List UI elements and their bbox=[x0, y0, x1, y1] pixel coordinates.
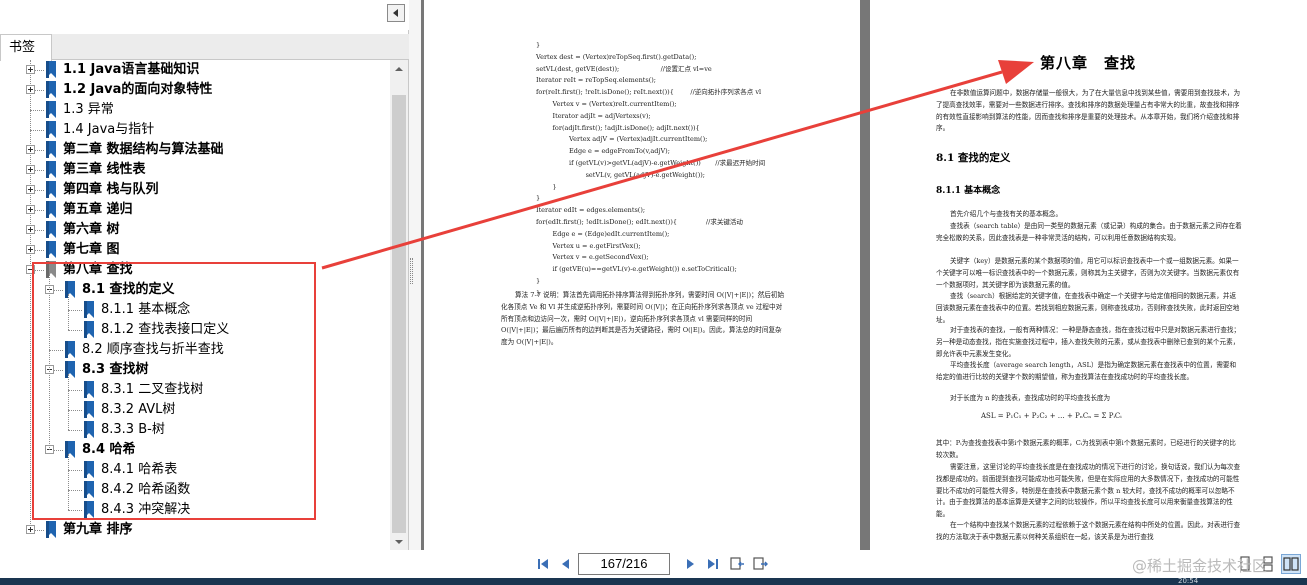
scroll-thumb[interactable] bbox=[392, 95, 406, 533]
bookmark-label: 第七章 图 bbox=[63, 242, 120, 257]
bookmark-label: 第九章 排序 bbox=[63, 522, 133, 537]
expand-node-icon[interactable] bbox=[26, 525, 35, 534]
expand-node-icon[interactable] bbox=[26, 245, 35, 254]
back-view-button[interactable] bbox=[728, 554, 748, 574]
bookmark-item[interactable]: 第六章 树 bbox=[0, 220, 390, 240]
bookmark-label: 第六章 树 bbox=[63, 222, 120, 237]
highlight-annotation-box bbox=[32, 262, 316, 520]
bookmark-label: 1.1 Java语言基础知识 bbox=[63, 62, 200, 77]
scroll-up-button[interactable] bbox=[390, 60, 408, 77]
section-heading: 8.1 查找的定义 bbox=[936, 152, 1011, 164]
page-number-input[interactable]: 167/216 bbox=[578, 553, 670, 575]
bookmark-item[interactable]: 1.2 Java的面向对象特性 bbox=[0, 80, 390, 100]
bookmark-item[interactable]: 第四章 栈与队列 bbox=[0, 180, 390, 200]
bookmark-item[interactable]: 第二章 数据结构与算法基础 bbox=[0, 140, 390, 160]
chapter-intro: 在非数值运算问题中，数据存储量一般很大，为了在大量信息中找到某些值，需要用到查找… bbox=[936, 89, 1241, 133]
bookmark-label: 1.3 异常 bbox=[63, 102, 114, 117]
bookmark-item[interactable]: 第七章 图 bbox=[0, 240, 390, 260]
forward-view-button[interactable] bbox=[751, 554, 771, 574]
bookmark-panel: 书签 1.1 Java语言基础知识 1.2 Java的面向对象特性 1.3 异常 1.… bbox=[0, 0, 409, 550]
bookmark-label: 第二章 数据结构与算法基础 bbox=[63, 142, 224, 157]
body-paragraph: 首先介绍几个与查找有关的基本概念。 bbox=[950, 210, 1063, 218]
bookmark-icon bbox=[46, 521, 56, 538]
body-paragraph: 需要注意，这里讨论的平均查找长度是在查找成功的情况下进行的讨论，换句话说，我们认… bbox=[936, 463, 1241, 519]
panel-tab-strip bbox=[0, 34, 409, 60]
bookmark-label: 第五章 递归 bbox=[63, 202, 133, 217]
asl-formula: ASL = P₁C₁ + P₂C₂ + … + PₙCₙ = Σ PᵢCᵢ bbox=[981, 412, 1122, 420]
os-taskbar bbox=[0, 578, 1307, 585]
bookmark-item[interactable]: 1.1 Java语言基础知识 bbox=[0, 60, 390, 80]
next-page-icon bbox=[687, 559, 694, 569]
bookmark-item[interactable]: 1.4 Java与指针 bbox=[0, 120, 390, 140]
collapse-panel-button[interactable] bbox=[387, 4, 405, 22]
watermark-text: @稀土掘金技术社区 bbox=[1132, 557, 1268, 575]
body-paragraph: 查找表（search table）是由同一类型的数据元素（或记录）构成的集合。由… bbox=[936, 222, 1242, 242]
expand-node-icon[interactable] bbox=[26, 185, 35, 194]
first-page-icon bbox=[538, 559, 548, 569]
next-page-button[interactable] bbox=[680, 554, 700, 574]
triangle-up-icon bbox=[395, 66, 403, 71]
bookmark-label: 1.4 Java与指针 bbox=[63, 122, 155, 137]
previous-page-button[interactable] bbox=[556, 554, 576, 574]
expand-node-icon[interactable] bbox=[26, 165, 35, 174]
bookmark-icon bbox=[46, 161, 56, 178]
bookmark-icon bbox=[46, 61, 56, 78]
page-navigation-bar: 167/216 bbox=[0, 550, 1307, 578]
bookmark-label: 第三章 线性表 bbox=[63, 162, 146, 177]
body-paragraph: 在一个结构中查找某个数据元素的过程依赖于这个数据元素在结构中所处的位置。因此，对… bbox=[936, 521, 1241, 541]
bookmark-item[interactable]: 1.3 异常 bbox=[0, 100, 390, 120]
body-paragraph: 对于查找表的查找，一般有两种情况：一种是静态查找，指在查找过程中只是对数据元素进… bbox=[936, 326, 1241, 358]
algorithm-note: 算法 7-7 说明：算法首先调用拓扑排序算法得到拓扑序列，需要时间 O(|V|+… bbox=[501, 291, 785, 347]
tree-connector bbox=[30, 130, 44, 131]
triangle-down-icon bbox=[395, 539, 403, 544]
body-paragraph: 对于长度为 n 的查找表，查找成功时的平均查找长度为 bbox=[950, 394, 1111, 402]
bookmark-icon bbox=[46, 221, 56, 238]
bookmark-item[interactable]: 第五章 递归 bbox=[0, 200, 390, 220]
bookmark-icon bbox=[46, 181, 56, 198]
panel-topbar bbox=[0, 0, 409, 30]
bookmark-icon bbox=[46, 121, 56, 138]
body-paragraph: 其中：Pᵢ为查找查找表中第i个数据元素的概率，Cᵢ为找到表中第i个数据元素时，已… bbox=[936, 439, 1236, 459]
last-page-icon bbox=[708, 559, 718, 569]
scroll-down-button[interactable] bbox=[390, 533, 408, 550]
taskbar-clock: 20:54 bbox=[1178, 578, 1199, 585]
two-page-icon bbox=[1283, 557, 1299, 571]
subsection-heading: 8.1.1 基本概念 bbox=[936, 186, 1001, 196]
splitter-grip[interactable] bbox=[410, 258, 413, 284]
page-forward-icon bbox=[753, 557, 768, 570]
bookmark-item[interactable]: 第九章 排序 bbox=[0, 520, 390, 540]
pdf-page-left: } Vertex dest = (Vertex)reTopSeq.first()… bbox=[424, 0, 860, 550]
first-page-button[interactable] bbox=[533, 554, 553, 574]
body-paragraph: 关键字（key）是数据元素的某个数据项的值，用它可以标识查找表中一个或一组数据元… bbox=[936, 257, 1240, 289]
chapter-title: 第八章 查找 bbox=[1040, 54, 1137, 72]
expand-node-icon[interactable] bbox=[26, 145, 35, 154]
bookmark-label: 1.2 Java的面向对象特性 bbox=[63, 82, 213, 97]
pdf-page-right: 第八章 查找 在非数值运算问题中，数据存储量一般很大，为了在大量信息中找到某些值… bbox=[870, 0, 1307, 550]
previous-page-icon bbox=[562, 559, 569, 569]
tab-bookmarks[interactable]: 书签 bbox=[0, 34, 52, 61]
bookmark-icon bbox=[46, 241, 56, 258]
page-back-icon bbox=[730, 557, 744, 570]
expand-node-icon[interactable] bbox=[26, 205, 35, 214]
triangle-left-icon bbox=[393, 9, 398, 17]
bookmark-icon bbox=[46, 141, 56, 158]
code-listing: } Vertex dest = (Vertex)reTopSeq.first()… bbox=[536, 41, 766, 297]
bookmark-item[interactable]: 第三章 线性表 bbox=[0, 160, 390, 180]
body-paragraph: 查找（search）根据给定的关键字值，在查找表中确定一个关键字与给定值相同的数… bbox=[936, 292, 1240, 324]
two-page-view-button[interactable] bbox=[1281, 554, 1301, 574]
expand-node-icon[interactable] bbox=[26, 225, 35, 234]
expand-node-icon[interactable] bbox=[26, 65, 35, 74]
tree-scrollbar[interactable] bbox=[390, 60, 408, 550]
bookmark-label: 第四章 栈与队列 bbox=[63, 182, 159, 197]
tree-connector bbox=[30, 110, 44, 111]
expand-node-icon[interactable] bbox=[26, 85, 35, 94]
bookmark-icon bbox=[46, 101, 56, 118]
bookmark-icon bbox=[46, 81, 56, 98]
document-view: } Vertex dest = (Vertex)reTopSeq.first()… bbox=[421, 0, 1307, 550]
body-paragraph: 平均查找长度（average search length，ASL）是指为确定数据… bbox=[936, 361, 1237, 381]
bookmark-icon bbox=[46, 201, 56, 218]
last-page-button[interactable] bbox=[703, 554, 723, 574]
